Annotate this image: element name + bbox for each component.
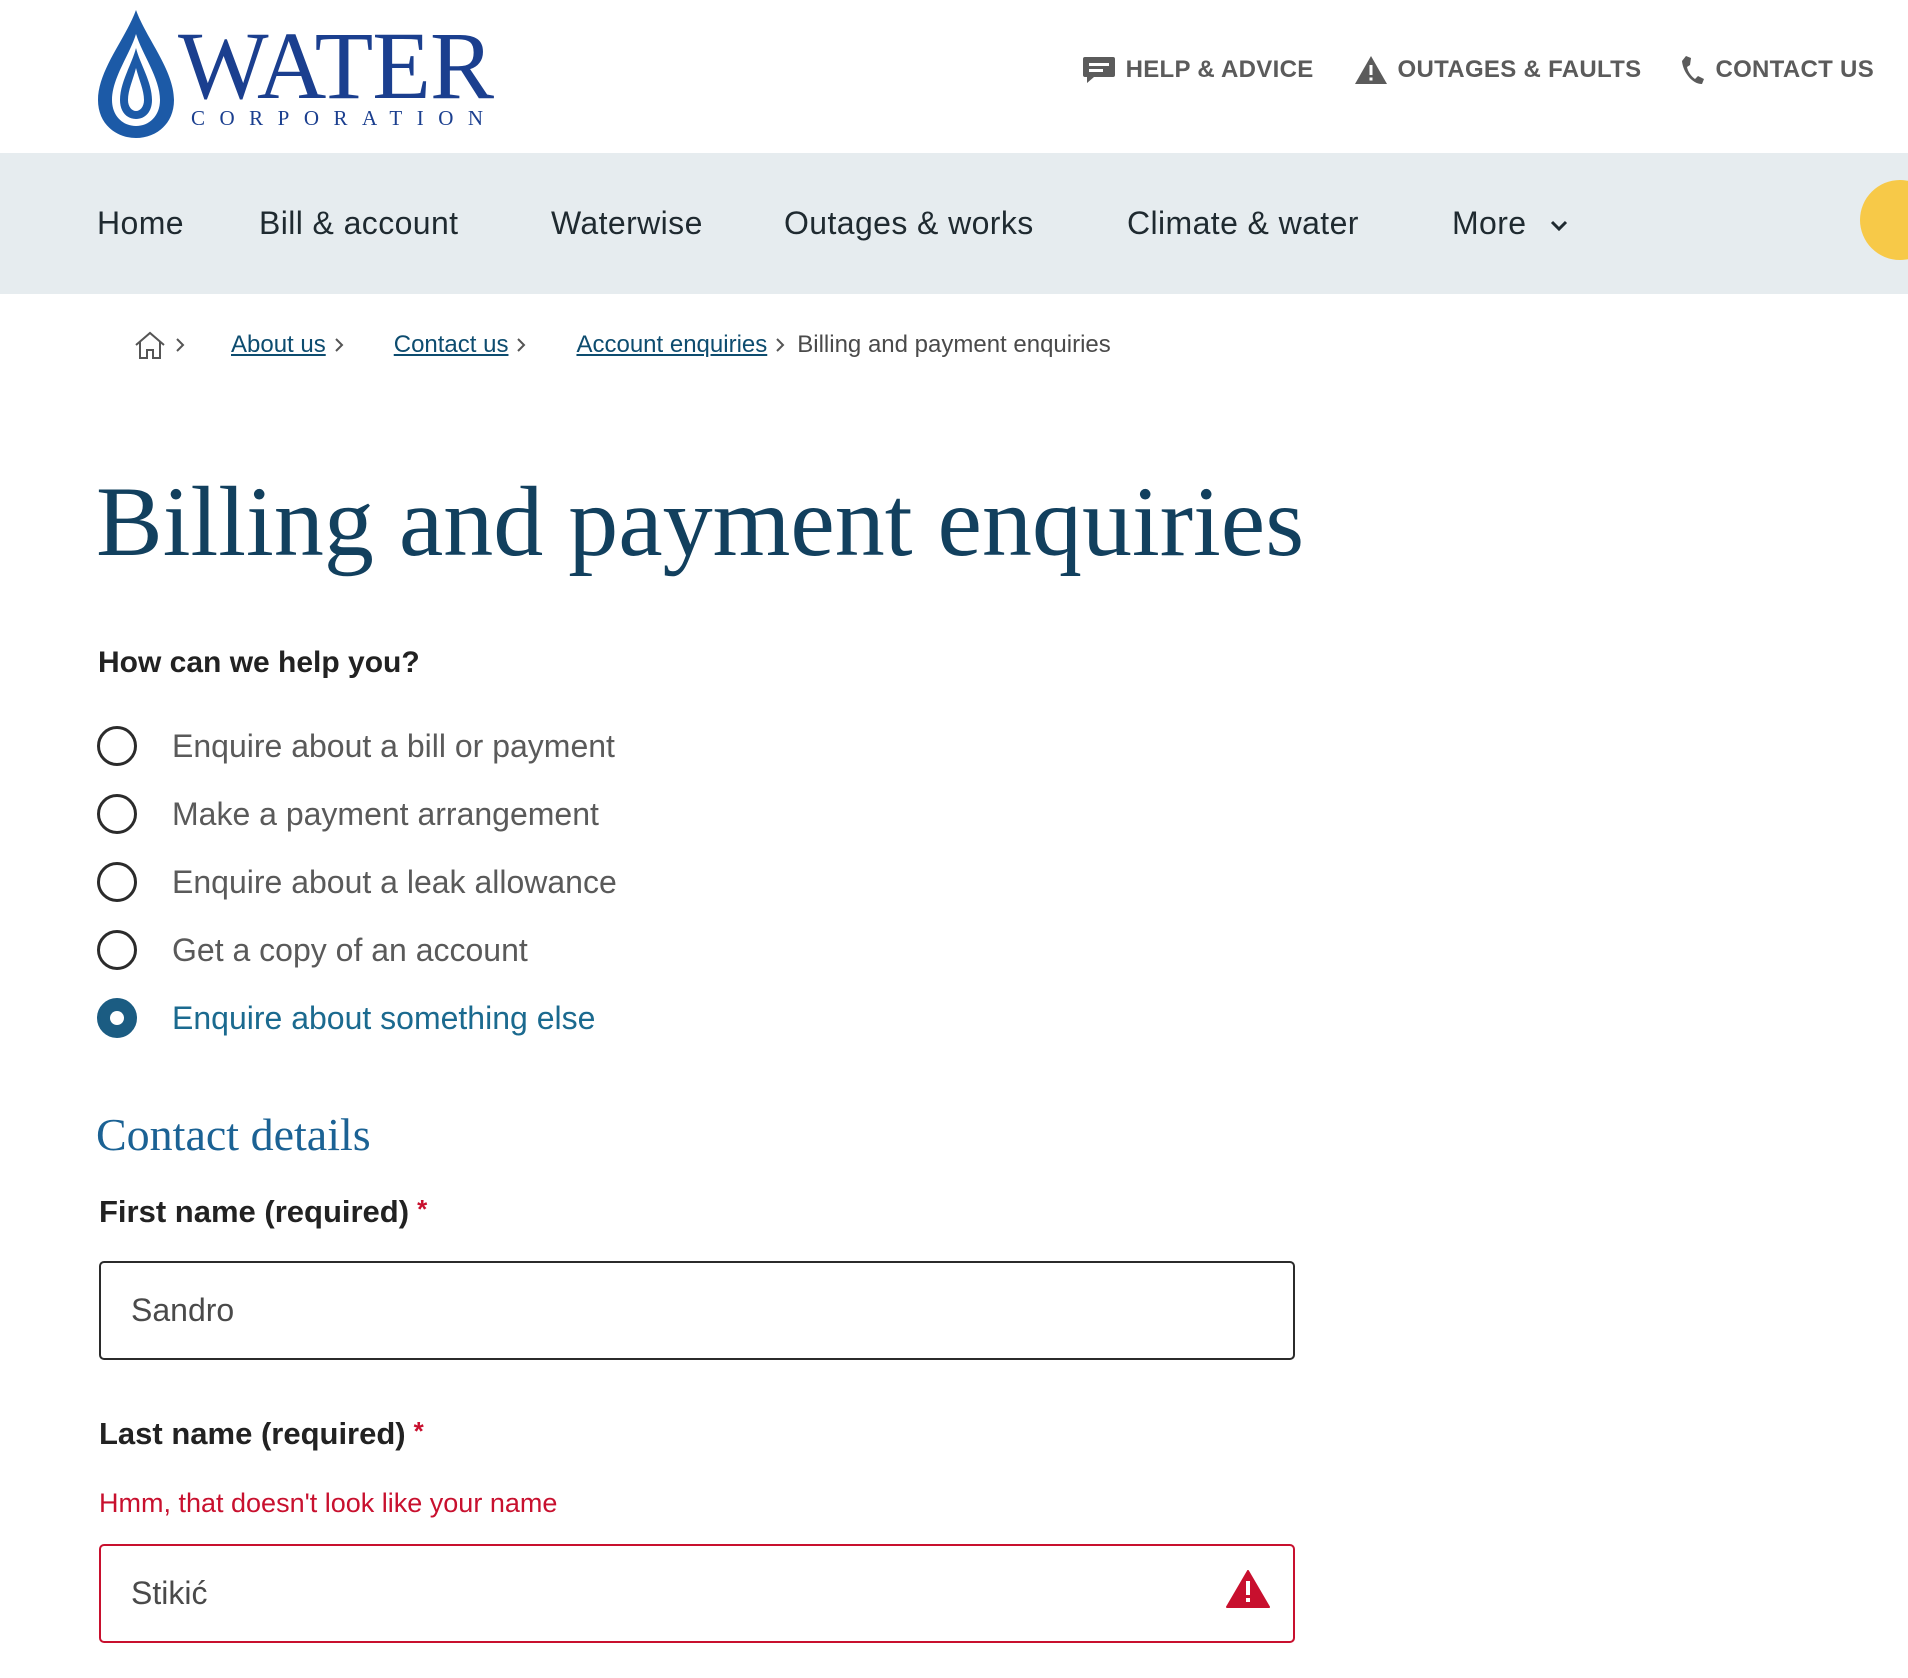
nav-more[interactable]: More bbox=[1452, 153, 1568, 294]
logo-subtitle: CORPORATION bbox=[191, 106, 498, 130]
contact-details-heading: Contact details bbox=[96, 1109, 371, 1160]
last-name-label-text: Last name (required) bbox=[99, 1416, 406, 1451]
page-title: Billing and payment enquiries bbox=[96, 466, 1305, 577]
radio-option-label: Enquire about a leak allowance bbox=[172, 863, 617, 900]
chevron-right-icon bbox=[516, 337, 526, 353]
breadcrumb-current: Billing and payment enquiries bbox=[797, 331, 1111, 358]
site-header: WATER CORPORATION HELP & ADVICE OUTAGES … bbox=[0, 0, 1908, 153]
help-question-label: How can we help you? bbox=[98, 646, 420, 679]
chevron-right-icon bbox=[775, 337, 785, 353]
enquiry-type-radio-group: Enquire about a bill or payment Make a p… bbox=[97, 712, 617, 1052]
radio-option-copy-account[interactable]: Get a copy of an account bbox=[97, 916, 617, 984]
first-name-input[interactable] bbox=[99, 1261, 1295, 1360]
error-warning-icon bbox=[1226, 1570, 1270, 1608]
required-asterisk: * bbox=[413, 1416, 424, 1446]
breadcrumb-home[interactable] bbox=[133, 330, 167, 360]
outages-faults-link[interactable]: OUTAGES & FAULTS bbox=[1354, 55, 1642, 85]
nav-climate-water[interactable]: Climate & water bbox=[1127, 153, 1359, 294]
first-name-label: First name (required) * bbox=[99, 1194, 427, 1230]
radio-option-leak-allowance[interactable]: Enquire about a leak allowance bbox=[97, 848, 617, 916]
radio-option-label: Enquire about something else bbox=[172, 999, 596, 1036]
radio-button[interactable] bbox=[97, 726, 137, 766]
nav-bill-account[interactable]: Bill & account bbox=[259, 153, 458, 294]
breadcrumb-about-us[interactable]: About us bbox=[231, 331, 326, 359]
breadcrumb: About us Contact us Account enquiries Bi… bbox=[133, 330, 1111, 360]
nav-outages-works[interactable]: Outages & works bbox=[784, 153, 1034, 294]
radio-option-label: Make a payment arrangement bbox=[172, 795, 599, 832]
radio-button[interactable] bbox=[97, 930, 137, 970]
radio-button[interactable] bbox=[97, 862, 137, 902]
required-asterisk: * bbox=[417, 1194, 428, 1224]
search-button[interactable] bbox=[1860, 180, 1908, 260]
radio-option-bill-payment[interactable]: Enquire about a bill or payment bbox=[97, 712, 617, 780]
contact-us-link[interactable]: CONTACT US bbox=[1681, 55, 1874, 85]
radio-option-label: Enquire about a bill or payment bbox=[172, 727, 615, 764]
help-advice-link[interactable]: HELP & ADVICE bbox=[1082, 55, 1314, 85]
first-name-label-text: First name (required) bbox=[99, 1194, 410, 1229]
utility-nav: HELP & ADVICE OUTAGES & FAULTS CONTACT U… bbox=[1082, 55, 1874, 85]
nav-home[interactable]: Home bbox=[97, 153, 184, 294]
last-name-error-message: Hmm, that doesn't look like your name bbox=[99, 1488, 558, 1518]
radio-option-label: Get a copy of an account bbox=[172, 931, 528, 968]
outages-faults-label: OUTAGES & FAULTS bbox=[1397, 56, 1642, 83]
chevron-down-icon bbox=[1550, 220, 1567, 231]
phone-icon bbox=[1682, 56, 1705, 84]
chevron-right-icon bbox=[334, 337, 344, 353]
main-nav: Home Bill & account Waterwise Outages & … bbox=[0, 153, 1908, 294]
home-icon bbox=[135, 331, 165, 359]
logo-wordmark: WATER bbox=[178, 12, 494, 119]
radio-option-something-else[interactable]: Enquire about something else bbox=[97, 984, 617, 1052]
contact-us-label: CONTACT US bbox=[1715, 56, 1874, 83]
water-drop-logo-icon bbox=[98, 10, 174, 138]
radio-button-selected[interactable] bbox=[97, 998, 137, 1038]
last-name-label: Last name (required) * bbox=[99, 1416, 424, 1452]
nav-waterwise[interactable]: Waterwise bbox=[551, 153, 703, 294]
breadcrumb-account-enquiries[interactable]: Account enquiries bbox=[576, 331, 767, 359]
chat-icon bbox=[1082, 57, 1115, 83]
help-advice-label: HELP & ADVICE bbox=[1125, 56, 1314, 83]
warning-icon bbox=[1354, 56, 1387, 84]
radio-button[interactable] bbox=[97, 794, 137, 834]
breadcrumb-contact-us[interactable]: Contact us bbox=[394, 331, 509, 359]
chevron-right-icon bbox=[175, 337, 185, 353]
radio-option-payment-arrangement[interactable]: Make a payment arrangement bbox=[97, 780, 617, 848]
nav-more-label: More bbox=[1452, 205, 1527, 241]
last-name-input[interactable] bbox=[99, 1544, 1295, 1643]
water-corporation-logo[interactable]: WATER CORPORATION bbox=[96, 8, 494, 140]
